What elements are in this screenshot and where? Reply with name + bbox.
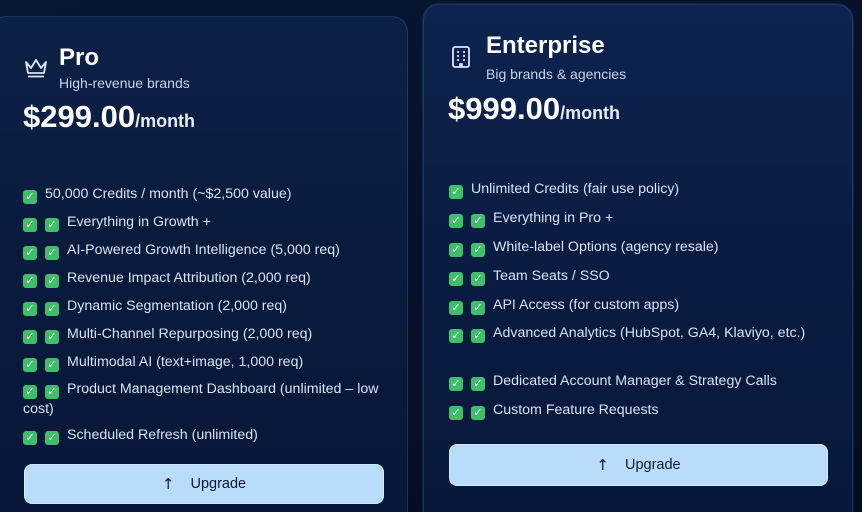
check-icon: ✓: [45, 217, 59, 232]
check-icon: ✓: [449, 242, 463, 257]
feature-item: ✓ ✓ Revenue Impact Attribution (2,000 req): [23, 270, 383, 298]
check-icon: ✓: [45, 301, 59, 316]
feature-text: Multi-Channel Repurposing (2,000 req): [67, 326, 313, 342]
check-icon: ✓: [23, 385, 37, 399]
feature-item: ✓ Unlimited Credits (fair use policy): [449, 181, 819, 210]
check-icon: ✓: [449, 271, 463, 286]
feature-item: ✓ ✓ Team Seats / SSO: [449, 268, 819, 297]
check-icon: ✓: [471, 213, 485, 228]
price-period: /month: [135, 111, 196, 131]
arrow-up-icon: ↑: [161, 475, 175, 493]
plan-name: Pro: [59, 44, 100, 71]
check-icon: ✓: [449, 405, 463, 420]
check-icon: ✓: [471, 328, 485, 343]
check-icon: ✓: [23, 273, 37, 288]
upgrade-button[interactable]: ↑ Upgrade: [449, 444, 828, 486]
feature-text: White-label Options (agency resale): [493, 239, 719, 255]
feature-text: API Access (for custom apps): [493, 297, 680, 313]
feature-text: Everything in Pro +: [493, 210, 614, 226]
feature-text: Product Management Dashboard (unlimited …: [23, 381, 379, 417]
feature-item: ✓ ✓ Custom Feature Requests: [449, 402, 819, 431]
check-icon: ✓: [45, 273, 59, 288]
feature-text: Revenue Impact Attribution (2,000 req): [67, 270, 311, 286]
check-icon: ✓: [471, 300, 485, 315]
feature-text: Multimodal AI (text+image, 1,000 req): [67, 354, 304, 370]
price-amount: $299.00: [23, 99, 136, 134]
check-icon: ✓: [449, 376, 463, 391]
check-icon: ✓: [45, 430, 59, 445]
feature-item: ✓ ✓ Advanced Analytics (HubSpot, GA4, Klav…: [449, 323, 819, 373]
feature-item: ✓ ✓ Dynamic Segmentation (2,000 req): [23, 298, 383, 326]
plan-name: Enterprise: [486, 32, 605, 59]
feature-text: Advanced Analytics (HubSpot, GA4, Klaviy…: [493, 325, 806, 341]
plan-subtitle: Big brands & agencies: [486, 66, 627, 82]
check-icon: ✓: [23, 245, 37, 260]
feature-item: ✓ ✓ Scheduled Refresh (unlimited): [23, 427, 383, 455]
building-icon: [449, 45, 473, 69]
arrow-up-icon: ↑: [596, 456, 609, 474]
feature-item: ✓ ✓ White-label Options (agency resale): [449, 239, 819, 268]
check-icon: ✓: [471, 242, 485, 257]
feature-item: ✓ ✓ API Access (for custom apps): [449, 297, 819, 326]
upgrade-button[interactable]: ↑ Upgrade: [24, 464, 384, 504]
feature-item: ✓ ✓ Product Management Dashboard (unlimite…: [23, 379, 383, 427]
plan-price: $299.00/month: [23, 101, 195, 132]
check-icon: ✓: [23, 430, 37, 445]
plan-card-enterprise: Enterprise Big brands & agencies $999.00…: [423, 4, 853, 512]
feature-item: ✓ ✓ Multi-Channel Repurposing (2,000 req): [23, 326, 383, 354]
feature-item: ✓ ✓ AI-Powered Growth Intelligence (5,000 …: [23, 242, 383, 270]
check-icon: ✓: [449, 300, 463, 315]
feature-item: ✓ 50,000 Credits / month (~$2,500 value): [23, 186, 383, 214]
feature-item: ✓ ✓ Everything in Pro +: [449, 210, 819, 239]
check-icon: ✓: [23, 357, 37, 372]
check-icon: ✓: [45, 357, 59, 372]
upgrade-button-label: Upgrade: [190, 476, 247, 492]
feature-item: ✓ ✓ Everything in Growth +: [23, 214, 383, 242]
check-icon: ✓: [45, 245, 59, 260]
feature-text: Dynamic Segmentation (2,000 req): [67, 298, 288, 314]
crown-icon: [23, 57, 49, 79]
check-icon: ✓: [45, 329, 59, 344]
check-icon: ✓: [449, 184, 463, 199]
feature-text: 50,000 Credits / month (~$2,500 value): [45, 186, 292, 202]
check-icon: ✓: [449, 328, 463, 343]
check-icon: ✓: [471, 271, 485, 286]
feature-text: Custom Feature Requests: [493, 402, 659, 418]
feature-text: Scheduled Refresh (unlimited): [67, 427, 258, 443]
check-icon: ✓: [23, 329, 37, 344]
check-icon: ✓: [471, 405, 485, 420]
check-icon: ✓: [449, 213, 463, 228]
feature-text: Everything in Growth +: [67, 214, 211, 230]
feature-list: ✓ 50,000 Credits / month (~$2,500 value) …: [23, 186, 383, 455]
check-icon: ✓: [23, 189, 37, 204]
plan-subtitle: High-revenue brands: [59, 75, 190, 91]
check-icon: ✓: [471, 376, 485, 391]
check-icon: ✓: [23, 217, 37, 232]
feature-list: ✓ Unlimited Credits (fair use policy) ✓ ✓ E…: [449, 181, 819, 431]
price-period: /month: [560, 103, 621, 123]
check-icon: ✓: [23, 301, 37, 316]
feature-text: Dedicated Account Manager & Strategy Cal…: [493, 373, 777, 389]
plan-card-pro: Pro High-revenue brands $299.00/month ✓ 5…: [0, 16, 408, 512]
plan-price: $999.00/month: [448, 93, 620, 124]
feature-text: AI-Powered Growth Intelligence (5,000 re…: [67, 242, 340, 258]
feature-text: Team Seats / SSO: [493, 268, 610, 284]
upgrade-button-label: Upgrade: [624, 457, 681, 473]
check-icon: ✓: [45, 385, 59, 399]
price-amount: $999.00: [448, 91, 561, 126]
pricing-page: Pro High-revenue brands $299.00/month ✓ 5…: [0, 0, 862, 512]
feature-item: ✓ ✓ Multimodal AI (text+image, 1,000 req): [23, 354, 383, 382]
feature-text: Unlimited Credits (fair use policy): [471, 181, 680, 197]
feature-item: ✓ ✓ Dedicated Account Manager & Strategy C…: [449, 373, 819, 402]
